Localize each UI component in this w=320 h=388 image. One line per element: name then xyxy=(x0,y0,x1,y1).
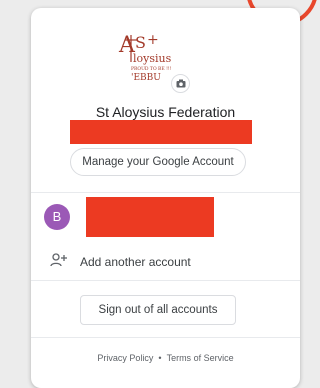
account-avatar[interactable]: B xyxy=(44,204,70,230)
organization-name: St Aloysius Federation xyxy=(95,104,236,120)
add-another-account-link[interactable]: Add another account xyxy=(80,255,191,269)
change-photo-button[interactable] xyxy=(171,74,190,93)
divider xyxy=(31,192,300,193)
terms-of-service-link[interactable]: Terms of Service xyxy=(167,353,234,363)
svg-text:loysius: loysius xyxy=(133,52,172,65)
add-person-icon xyxy=(50,253,67,267)
privacy-policy-link[interactable]: Privacy Policy xyxy=(97,353,153,363)
svg-text:PROUD TO BE !!!: PROUD TO BE !!! xyxy=(131,66,172,72)
camera-icon xyxy=(176,79,185,88)
footer-separator: • xyxy=(158,353,162,363)
manage-account-button[interactable]: Manage your Google Account xyxy=(70,148,246,176)
svg-text:'EBBU: 'EBBU xyxy=(131,73,161,83)
redacted-email xyxy=(70,120,252,144)
divider xyxy=(31,337,300,338)
svg-text:S: S xyxy=(135,33,146,52)
divider xyxy=(31,280,300,281)
svg-text:+: + xyxy=(147,32,159,48)
sign-out-all-button[interactable]: Sign out of all accounts xyxy=(80,295,236,325)
redacted-account-info xyxy=(86,197,214,237)
footer-links: Privacy Policy • Terms of Service xyxy=(31,353,300,363)
